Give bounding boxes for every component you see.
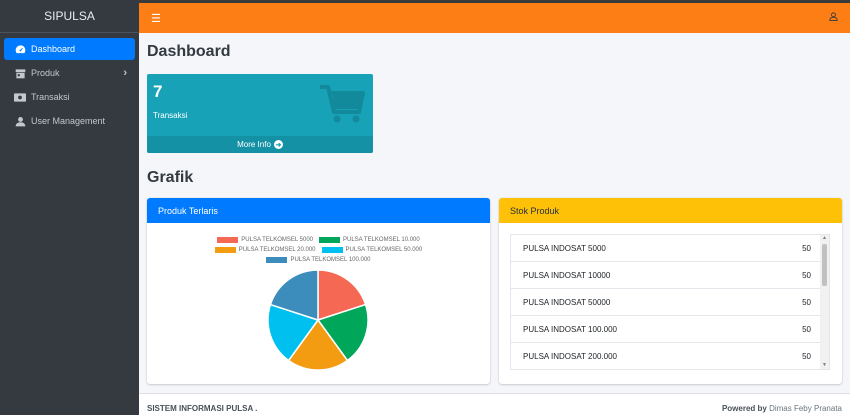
legend-row: PULSA TELKOMSEL 5000 PULSA TELKOMSEL 10.0… xyxy=(147,235,490,245)
legend-item[interactable]: PULSA TELKOMSEL 50.000 xyxy=(321,245,423,255)
list-item: PULSA INDOSAT 50000 50 xyxy=(511,289,829,316)
legend-swatch xyxy=(319,237,340,243)
author-link[interactable]: Dimas Feby Pranata xyxy=(769,404,842,413)
legend-item[interactable]: PULSA TELKOMSEL 5000 xyxy=(217,235,313,245)
product-name: PULSA INDOSAT 100.000 xyxy=(523,324,617,334)
section-title: Grafik xyxy=(147,169,194,186)
legend-item[interactable]: PULSA TELKOMSEL 100.000 xyxy=(266,255,371,265)
sidebar: SIPULSA Dashboard Produk › Transaksi Use xyxy=(0,0,139,415)
legend-item[interactable]: PULSA TELKOMSEL 20.000 xyxy=(214,245,316,255)
top-navbar: ☰ xyxy=(139,0,850,33)
legend-swatch xyxy=(214,247,236,253)
product-name: PULSA INDOSAT 10000 xyxy=(523,270,611,280)
product-qty: 50 xyxy=(802,297,811,307)
list-item: PULSA INDOSAT 5000 50 xyxy=(511,235,829,262)
stat-caption: Transaksi xyxy=(153,111,188,120)
product-name: PULSA INDOSAT 200.000 xyxy=(523,351,617,361)
list-item: PULSA INDOSAT 100.000 50 xyxy=(511,316,829,343)
brand-logo[interactable]: SIPULSA xyxy=(0,0,139,33)
chart-legend: PULSA TELKOMSEL 5000 PULSA TELKOMSEL 10.0… xyxy=(147,235,490,265)
legend-label: PULSA TELKOMSEL 10.000 xyxy=(343,237,420,243)
sidebar-item-label: Dashboard xyxy=(31,44,76,54)
money-icon xyxy=(14,91,26,103)
hamburger-icon[interactable]: ☰ xyxy=(151,12,161,25)
dashboard-icon xyxy=(14,43,26,55)
sidebar-item-dashboard[interactable]: Dashboard xyxy=(4,38,135,60)
top-products-card: Produk Terlaris PULSA TELKOMSEL 5000 PULS… xyxy=(147,198,490,384)
powered-by-label: Powered by xyxy=(721,404,767,413)
footer-credit: Powered by Dimas Feby Pranata xyxy=(722,404,842,413)
product-name: PULSA INDOSAT 5000 xyxy=(523,243,606,253)
footer: SISTEM INFORMASI PULSA . Powered by Dima… xyxy=(139,393,850,415)
product-stock-card: Stok Produk PULSA INDOSAT 5000 50 PULSA … xyxy=(499,198,842,384)
product-qty: 50 xyxy=(802,270,811,280)
list-item: PULSA INDOSAT 200.000 50 xyxy=(511,343,829,369)
legend-row: PULSA TELKOMSEL 20.000 PULSA TELKOMSEL 50… xyxy=(147,245,490,255)
scroll-down-icon[interactable]: ▼ xyxy=(821,362,828,368)
chevron-right-icon: › xyxy=(123,67,127,79)
legend-label: PULSA TELKOMSEL 5000 xyxy=(241,237,313,243)
list-item: PULSA INDOSAT 10000 50 xyxy=(511,262,829,289)
arrow-circle-right-icon: ➜ xyxy=(273,140,283,149)
legend-swatch xyxy=(321,247,343,253)
product-name: PULSA INDOSAT 50000 xyxy=(523,297,611,307)
main-content: Dashboard 7 Transaksi More Info ➜ Grafik… xyxy=(139,33,850,415)
product-qty: 50 xyxy=(802,351,811,361)
sidebar-item-label: Transaksi xyxy=(31,92,70,102)
store-icon xyxy=(14,67,26,79)
user-icon xyxy=(14,115,26,127)
scrollbar-thumb[interactable] xyxy=(822,244,827,286)
page-title: Dashboard xyxy=(147,43,231,60)
stat-value: 7 xyxy=(153,82,163,101)
card-title: Stok Produk xyxy=(499,198,842,223)
legend-row: PULSA TELKOMSEL 100.000 xyxy=(147,255,490,265)
legend-label: PULSA TELKOMSEL 100.000 xyxy=(290,257,371,263)
sidebar-item-user-management[interactable]: User Management xyxy=(4,110,135,132)
stock-list[interactable]: PULSA INDOSAT 5000 50 PULSA INDOSAT 1000… xyxy=(510,234,830,370)
scroll-up-icon[interactable]: ▲ xyxy=(821,235,828,241)
sidebar-nav: Dashboard Produk › Transaksi User Manage… xyxy=(0,33,139,132)
more-info-label: More Info xyxy=(237,140,271,149)
product-qty: 50 xyxy=(802,324,811,334)
sidebar-item-label: User Management xyxy=(31,116,106,126)
footer-text: SISTEM INFORMASI PULSA . xyxy=(147,404,258,413)
legend-swatch xyxy=(217,237,239,243)
transaction-stat-box: 7 Transaksi More Info ➜ xyxy=(147,74,373,153)
product-qty: 50 xyxy=(802,243,811,253)
sidebar-item-produk[interactable]: Produk › xyxy=(4,62,135,84)
sidebar-item-label: Produk xyxy=(31,68,60,78)
legend-item[interactable]: PULSA TELKOMSEL 10.000 xyxy=(319,235,420,245)
scrollbar[interactable]: ▲ ▼ xyxy=(820,235,829,369)
pie-chart xyxy=(267,269,369,371)
user-icon[interactable] xyxy=(829,12,838,24)
legend-label: PULSA TELKOMSEL 50.000 xyxy=(345,247,423,253)
sidebar-item-transaksi[interactable]: Transaksi xyxy=(4,86,135,108)
card-title: Produk Terlaris xyxy=(147,198,490,223)
legend-label: PULSA TELKOMSEL 20.000 xyxy=(238,247,316,253)
cart-icon xyxy=(319,84,365,129)
more-info-link[interactable]: More Info ➜ xyxy=(147,136,373,153)
legend-swatch xyxy=(266,257,288,263)
